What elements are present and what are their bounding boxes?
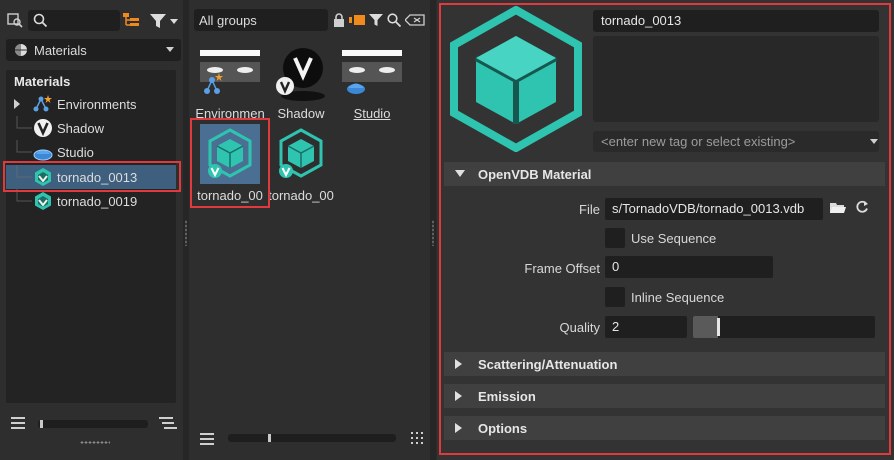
thumbnail-caption: Studio — [353, 106, 391, 121]
groups-dropdown[interactable]: All groups — [194, 9, 328, 31]
quality-slider-fill — [693, 316, 719, 338]
thumbnail-caption: tornado_00 — [197, 188, 263, 203]
list-view-icon[interactable] — [199, 432, 215, 446]
right-splitter[interactable] — [430, 0, 436, 460]
thumbnail-caption: tornado_00 — [268, 188, 334, 203]
groups-dropdown-value: All groups — [199, 13, 257, 28]
material-description-input[interactable] — [593, 36, 879, 122]
thumbnail-shadow[interactable]: Shadow — [265, 42, 337, 122]
filter-icon[interactable] — [368, 12, 384, 28]
tree-zoom-slider[interactable] — [38, 420, 148, 428]
openvdb-material-icon — [35, 168, 51, 186]
chevron-down-icon — [166, 47, 174, 52]
section-title: OpenVDB Material — [478, 166, 592, 182]
material-name-input[interactable]: tornado_0013 — [593, 10, 879, 32]
clear-input-icon[interactable] — [404, 12, 426, 28]
tree-item-label: Shadow — [57, 120, 104, 136]
tree-item-label: tornado_0013 — [57, 169, 138, 185]
section-openvdb-material[interactable]: OpenVDB Material — [444, 162, 885, 186]
studio-icon — [33, 149, 53, 161]
tree-item-studio[interactable]: Studio — [6, 140, 176, 164]
environments-icon — [33, 95, 52, 112]
resize-grip[interactable] — [80, 441, 110, 444]
material-browser-tree-panel: Materials Materials Environments Shadow … — [0, 0, 183, 460]
category-dropdown-value: Materials — [34, 43, 87, 58]
lock-icon[interactable] — [332, 12, 346, 28]
tag-input[interactable]: <enter new tag or select existing> — [593, 131, 879, 152]
splitter-grip[interactable] — [432, 220, 434, 246]
thumbnail-studio[interactable]: Studio — [336, 42, 408, 122]
search-icon[interactable] — [386, 12, 402, 28]
tree-item-label: Environments — [57, 96, 137, 112]
quality-slider-handle[interactable] — [717, 318, 721, 336]
file-label: File — [579, 202, 600, 217]
search-filter-icon[interactable] — [6, 11, 24, 29]
detail-list-icon[interactable] — [158, 416, 178, 430]
environment-preview-image — [200, 50, 260, 94]
openvdb-material-preview-icon — [450, 6, 582, 152]
thumbnail-tornado-0019[interactable]: tornado_00 — [265, 124, 337, 204]
category-dropdown[interactable]: Materials — [6, 39, 181, 61]
openvdb-preview-image — [279, 128, 323, 178]
inline-sequence-label: Inline Sequence — [631, 290, 725, 305]
group-view-icon[interactable] — [348, 12, 366, 28]
expand-arrow-icon[interactable] — [455, 391, 463, 401]
open-folder-icon[interactable] — [829, 200, 847, 216]
inline-sequence-checkbox[interactable] — [605, 287, 625, 307]
material-tree: Materials Environments Shadow Studio tor… — [6, 70, 176, 403]
splitter-grip[interactable] — [185, 220, 187, 246]
thumbnail-environments[interactable]: Environmen — [194, 42, 266, 122]
thumbnail-tornado-0013[interactable]: tornado_00 — [194, 124, 266, 204]
thumbnail-size-slider[interactable] — [228, 434, 396, 442]
studio-preview-image — [342, 50, 402, 94]
frame-offset-input[interactable]: 0 — [605, 256, 773, 278]
openvdb-material-icon — [35, 192, 51, 210]
shadow-v-icon — [34, 119, 52, 137]
quality-input[interactable]: 2 — [605, 316, 687, 338]
tree-item-environments[interactable]: Environments — [6, 92, 176, 116]
material-thumbnail-panel: All groups Environmen Shadow Studio torn… — [189, 0, 430, 460]
collapse-arrow-icon[interactable] — [455, 170, 465, 178]
expand-arrow-icon[interactable] — [455, 359, 463, 369]
expand-arrow-icon[interactable] — [13, 99, 21, 109]
tree-item-shadow[interactable]: Shadow — [6, 116, 176, 140]
slider-handle[interactable] — [40, 420, 43, 428]
tree-title: Materials — [14, 74, 71, 89]
filter-dropdown-icon[interactable] — [148, 11, 180, 31]
thumbnail-caption: Shadow — [277, 106, 325, 121]
hierarchy-view-icon[interactable] — [122, 11, 140, 31]
quality-label: Quality — [559, 320, 600, 335]
slider-handle[interactable] — [268, 434, 271, 442]
section-title: Scattering/Attenuation — [478, 356, 618, 372]
section-title: Emission — [478, 388, 536, 404]
section-options[interactable]: Options — [444, 416, 885, 440]
shadow-preview-image — [276, 48, 325, 101]
tree-item-tornado-0019[interactable]: tornado_0019 — [6, 189, 176, 213]
grid-view-icon[interactable] — [410, 431, 424, 445]
material-editor-panel: tornado_0013 <enter new tag or select ex… — [437, 0, 894, 460]
use-sequence-checkbox[interactable] — [605, 228, 625, 248]
quality-slider[interactable] — [693, 316, 875, 338]
expand-arrow-icon[interactable] — [455, 423, 463, 433]
section-emission[interactable]: Emission — [444, 384, 885, 408]
list-view-icon[interactable] — [10, 416, 26, 430]
thumbnail-caption: Environmen — [195, 106, 265, 121]
chevron-down-icon[interactable] — [870, 139, 878, 144]
tree-search-input[interactable] — [28, 10, 120, 31]
section-title: Options — [478, 420, 528, 436]
reload-icon[interactable] — [854, 199, 870, 215]
tree-item-label: Studio — [57, 144, 94, 160]
use-sequence-label: Use Sequence — [631, 231, 717, 246]
file-path-input[interactable]: s/TornadoVDB/tornado_0013.vdb — [605, 198, 823, 220]
openvdb-preview-image — [200, 124, 260, 184]
search-icon — [33, 13, 48, 28]
tree-item-label: tornado_0019 — [57, 193, 138, 209]
tree-item-tornado-0013[interactable]: tornado_0013 — [6, 165, 176, 189]
frame-offset-label: Frame Offset — [524, 261, 600, 276]
materials-sphere-icon — [15, 44, 27, 56]
section-scattering-attenuation[interactable]: Scattering/Attenuation — [444, 352, 885, 376]
